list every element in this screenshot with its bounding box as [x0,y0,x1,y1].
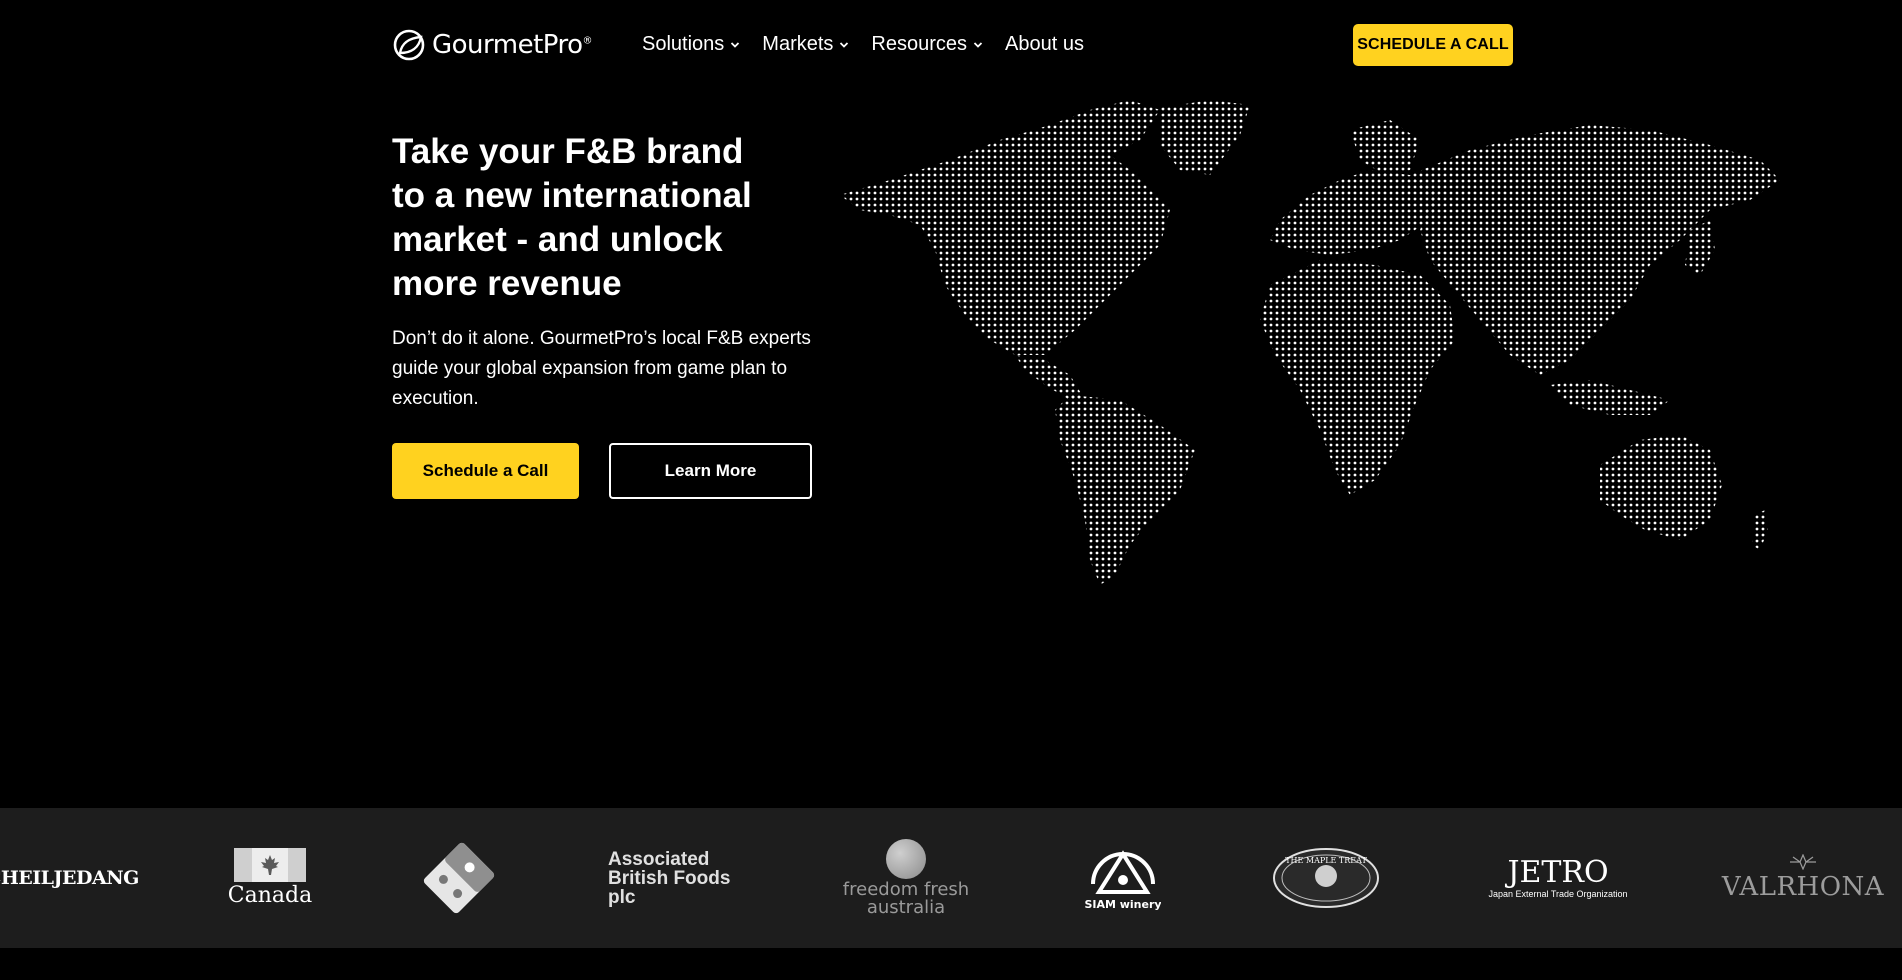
logo-wordmark: GourmetPro® [432,30,593,60]
canada-flag-icon [234,848,306,882]
client-logo-valrhona-text: VALRHONA [1721,872,1885,902]
nav-about-us-label: About us [1005,33,1084,55]
header-schedule-call-button[interactable]: SCHEDULE A CALL [1353,24,1513,66]
nav-markets[interactable]: Markets [762,33,849,56]
dominos-tile-icon [423,842,495,914]
nav-resources-label: Resources [871,33,968,55]
client-logo-jetro-text: JETRO [1507,855,1609,890]
nav-solutions-label: Solutions [642,33,725,55]
client-logo-freedom-fresh: freedom fresh australia [838,808,974,948]
client-logo-jetro-tagline: Japan External Trade Organization [1488,889,1628,899]
chevron-down-icon [731,41,740,48]
leaf-logo-icon [393,29,425,61]
valrhona-cocoa-icon [1790,854,1816,870]
chevron-down-icon [840,41,849,48]
client-logo-associated-british-foods: Associated British Foods plc [608,848,731,908]
client-logo-cheiljedang-text: CHEILJEDANG [0,867,139,889]
site-header: GourmetPro® Solutions Markets Resources … [0,0,1902,90]
client-logos-strip: CHEILJEDANG Canada Associated British Fo… [0,808,1902,948]
client-logo-dominos [415,808,503,948]
hero-title: Take your F&B brand to a new internation… [392,132,752,303]
nav-about-us[interactable]: About us [1005,33,1084,56]
learn-more-button[interactable]: Learn More [609,443,812,499]
world-map-illustration [840,100,1780,585]
hero-subtitle: Don’t do it alone. GourmetPro’s local F&… [392,328,811,409]
nav-solutions[interactable]: Solutions [642,33,740,56]
client-logo-maple-treat-text: THE MAPLE TREAT [1285,856,1367,865]
main-nav: Solutions Markets Resources About us [642,33,1084,56]
schedule-call-button[interactable]: Schedule a Call [392,443,579,499]
maple-treat-badge-icon: THE MAPLE TREAT [1273,848,1379,908]
client-logo-siam-winery: SIAM winery [1083,808,1163,948]
client-logo-jetro: JETRO Japan External Trade Organization [1488,808,1628,948]
continents [840,100,1780,585]
client-logo-freedom-fresh-text: freedom fresh australia [842,879,970,918]
gourmetpro-logo[interactable]: GourmetPro® [392,28,593,62]
nav-resources[interactable]: Resources [871,33,983,56]
client-logo-maple-treat: THE MAPLE TREAT [1270,808,1382,948]
fruit-icon [886,839,926,879]
siam-winery-emblem-icon: SIAM winery [1085,850,1161,911]
client-logo-canada-text: Canada [227,883,313,908]
client-logo-valrhona: VALRHONA [1722,808,1884,948]
client-logo-siam-winery-text: SIAM winery [1085,898,1161,911]
client-logo-canada: Canada [228,808,312,948]
nav-markets-label: Markets [762,33,834,55]
client-logo-cheiljedang: CHEILJEDANG [0,808,139,948]
chevron-down-icon [973,41,983,48]
